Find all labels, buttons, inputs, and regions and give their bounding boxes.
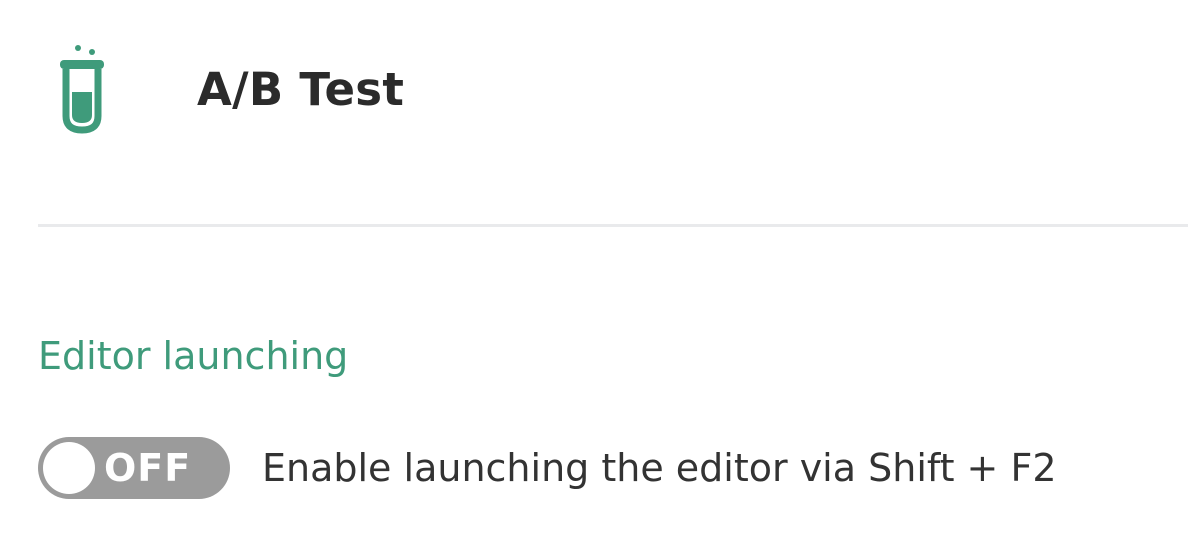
toggle-knob <box>43 442 95 494</box>
launch-editor-toggle[interactable]: OFF <box>38 437 230 499</box>
setting-label: Enable launching the editor via Shift + … <box>262 446 1057 490</box>
flask-icon <box>60 45 104 134</box>
section-title-editor-launching: Editor launching <box>38 334 349 378</box>
divider <box>38 224 1188 227</box>
toggle-state-label: OFF <box>104 446 192 490</box>
page-title: A/B Test <box>197 63 405 116</box>
page-header: A/B Test <box>0 0 1188 180</box>
setting-row-shift-f2: OFF Enable launching the editor via Shif… <box>38 434 1158 502</box>
